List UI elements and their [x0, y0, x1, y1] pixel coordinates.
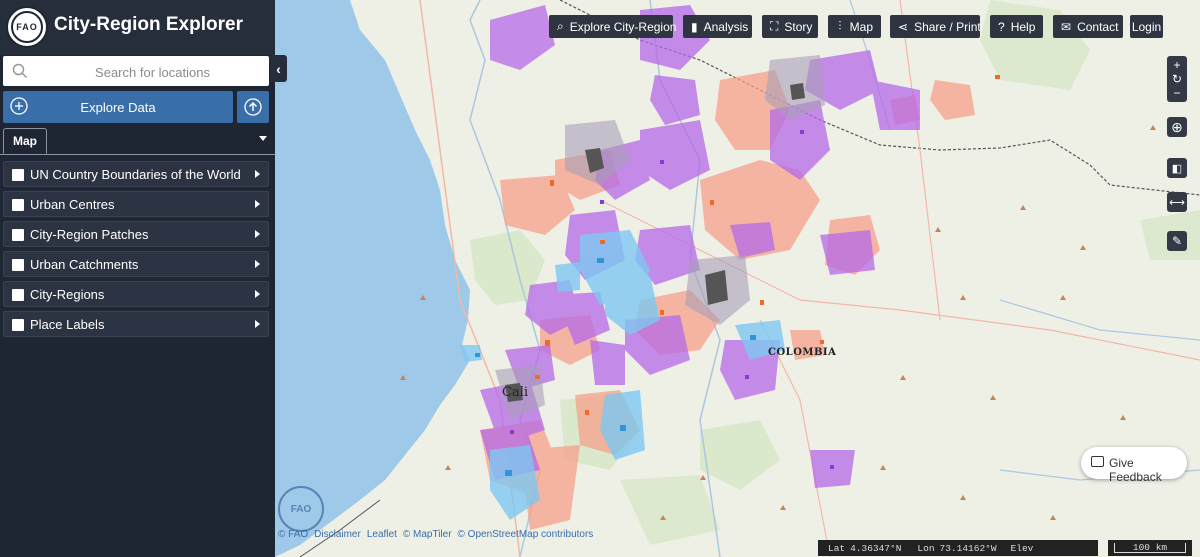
leaflet-link[interactable]: Leaflet: [367, 529, 397, 540]
search-icon: [12, 63, 28, 79]
coordinate-readout: Lat 4.36347°N Lon 73.14162°W Elev: [818, 540, 1098, 556]
share-icon: ⋖: [898, 19, 909, 34]
search-input[interactable]: [43, 60, 262, 84]
upload-button[interactable]: [237, 91, 269, 123]
explore-data-button[interactable]: Explore Data: [3, 91, 233, 123]
disclaimer-link[interactable]: Disclaimer: [314, 529, 361, 540]
chevron-right-icon[interactable]: [255, 320, 260, 328]
share-print-button[interactable]: ⋖ Share / Print: [890, 15, 981, 38]
layer-place-labels[interactable]: Place Labels: [3, 311, 269, 337]
layer-label: UN Country Boundaries of the World: [30, 167, 241, 182]
give-feedback-button[interactable]: Give Feedback: [1081, 447, 1187, 484]
layer-urban-catchments[interactable]: Urban Catchments: [3, 251, 269, 277]
chevron-right-icon[interactable]: [255, 170, 260, 178]
search-icon: ⌕: [557, 19, 564, 33]
map-attribution: © FAO Disclaimer Leaflet © MapTiler © OpenSt…: [278, 529, 599, 540]
scale-bar: 100 km: [1108, 540, 1192, 556]
split-icon: ◧: [1171, 162, 1183, 175]
focus-frame-icon: ⛶: [770, 19, 779, 33]
scale-label: 100 km: [1132, 542, 1168, 553]
layer-urban-centres[interactable]: Urban Centres: [3, 191, 269, 217]
search-box: [3, 56, 269, 86]
chat-icon: [1091, 456, 1104, 467]
zoom-out-icon[interactable]: −: [1173, 86, 1180, 100]
layer-label: Urban Catchments: [30, 257, 139, 272]
country-label: COLOMBIA: [768, 347, 837, 358]
layer-label: City-Region Patches: [30, 227, 149, 242]
layer-un-country-boundaries[interactable]: UN Country Boundaries of the World: [3, 161, 269, 187]
mail-icon: ✉: [1061, 19, 1072, 34]
measure-button[interactable]: ⟷: [1167, 192, 1187, 212]
map-button[interactable]: ⫶ Map: [828, 15, 881, 38]
layer-checkbox[interactable]: [12, 199, 24, 211]
chevron-right-icon[interactable]: [255, 260, 260, 268]
longitude-value: 73.14162°W: [939, 542, 997, 554]
app-title: City-Region Explorer: [54, 14, 243, 35]
sliders-icon: ⫶: [838, 19, 842, 33]
osm-link[interactable]: © OpenStreetMap contributors: [458, 529, 594, 540]
chevron-right-icon[interactable]: [255, 200, 260, 208]
layer-city-regions[interactable]: City-Regions: [3, 281, 269, 307]
help-circle-icon: ?: [998, 19, 1005, 34]
layer-checkbox[interactable]: [12, 319, 24, 331]
layer-label: Urban Centres: [30, 197, 115, 212]
draw-button[interactable]: ✎: [1167, 231, 1187, 251]
maptiler-link[interactable]: © MapTiler: [403, 529, 452, 540]
fao-logo: FAO: [6, 6, 48, 48]
ruler-icon: ⟷: [1169, 196, 1185, 209]
collapse-sidebar-button[interactable]: ‹: [270, 55, 287, 82]
explore-data-label: Explore Data: [80, 100, 156, 115]
tab-map[interactable]: Map: [3, 128, 47, 154]
locate-button[interactable]: ⊕: [1167, 117, 1187, 137]
city-label: Cali: [502, 385, 529, 400]
layer-checkbox[interactable]: [12, 169, 24, 181]
sidebar: FAO City-Region Explorer Explore Data: [0, 0, 275, 557]
chevron-left-icon: ‹: [276, 60, 281, 77]
pencil-icon: ✎: [1171, 234, 1183, 248]
app-header: FAO City-Region Explorer: [0, 0, 275, 55]
zoom-control: + ↻ −: [1167, 56, 1187, 102]
elevation-label: Elev: [1010, 542, 1034, 554]
layer-checkbox[interactable]: [12, 289, 24, 301]
explore-city-region-button[interactable]: ⌕ Explore City-Region: [549, 15, 676, 38]
bar-chart-icon: ▮: [691, 19, 698, 34]
split-view-button[interactable]: ◧: [1167, 158, 1187, 178]
help-button[interactable]: ? Help: [990, 15, 1043, 38]
layer-city-region-patches[interactable]: City-Region Patches: [3, 221, 269, 247]
layer-checkbox[interactable]: [12, 259, 24, 271]
layer-checkbox[interactable]: [12, 229, 24, 241]
analysis-button[interactable]: ▮ Analysis: [683, 15, 752, 38]
fao-attribution-link[interactable]: © FAO: [278, 529, 308, 540]
fao-watermark-logo: FAO: [278, 486, 324, 532]
layer-label: Place Labels: [30, 317, 105, 332]
reset-rotate-icon[interactable]: ↻: [1172, 72, 1182, 86]
story-button[interactable]: ⛶ Story: [762, 15, 818, 38]
upload-icon: [244, 98, 262, 116]
crosshair-icon: ⊕: [1171, 118, 1183, 135]
contact-button[interactable]: ✉ Contact: [1053, 15, 1123, 38]
login-button[interactable]: Login: [1130, 15, 1163, 38]
latitude-value: 4.36347°N: [850, 542, 902, 554]
zoom-in-icon[interactable]: +: [1173, 58, 1180, 72]
layer-label: City-Regions: [30, 287, 105, 302]
tab-dropdown-caret-icon[interactable]: [259, 136, 267, 141]
chevron-right-icon[interactable]: [255, 290, 260, 298]
chevron-right-icon[interactable]: [255, 230, 260, 238]
tab-bar: Map: [0, 128, 275, 155]
